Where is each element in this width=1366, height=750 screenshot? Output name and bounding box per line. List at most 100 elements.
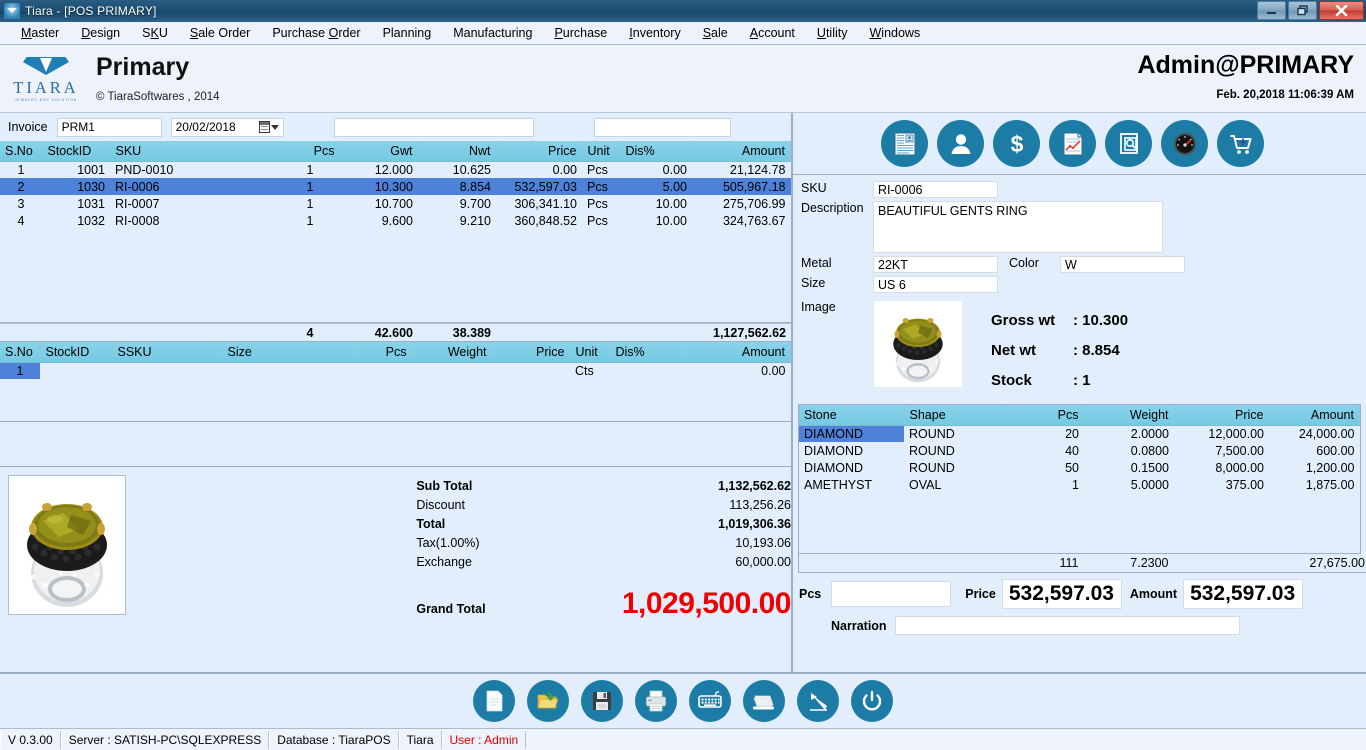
col-sno[interactable]: S.No [0, 141, 42, 161]
col-stockid[interactable]: StockID [42, 141, 110, 161]
cell-stockid [40, 362, 112, 379]
menu-inventory[interactable]: Inventory [618, 24, 691, 42]
col-price[interactable]: Price [492, 342, 570, 362]
price-value[interactable]: 532,597.03 [1002, 579, 1122, 609]
table-row[interactable]: 4 1032 RI-0008 1 9.600 9.210 360,848.52 … [0, 212, 791, 229]
chevron-down-icon[interactable] [271, 125, 279, 130]
col-shape[interactable]: Shape [904, 405, 1004, 425]
keyboard-icon[interactable] [689, 680, 731, 722]
table-row[interactable]: 2 1030 RI-0006 1 10.300 8.854 532,597.03… [0, 178, 791, 195]
col-sku[interactable]: SKU [110, 141, 280, 161]
col-amount[interactable]: Amount [682, 342, 791, 362]
col-dis[interactable]: Dis% [610, 342, 682, 362]
stones-totals-weight: 7.2300 [1084, 554, 1174, 573]
menu-planning[interactable]: Planning [372, 24, 443, 42]
minimize-button[interactable] [1257, 1, 1286, 20]
customer-input[interactable] [334, 118, 534, 137]
pcs-input[interactable] [831, 581, 951, 607]
col-weight[interactable]: Weight [1084, 405, 1174, 425]
col-size[interactable]: Size [222, 342, 352, 362]
amount-value[interactable]: 532,597.03 [1183, 579, 1303, 609]
cell-unit: Pcs [582, 161, 620, 178]
menu-manufacturing[interactable]: Manufacturing [442, 24, 543, 42]
menu-design[interactable]: Design [70, 24, 131, 42]
table-row[interactable]: 1 1001 PND-0010 1 12.000 10.625 0.00 Pcs… [0, 161, 791, 178]
menu-sale[interactable]: Sale [692, 24, 739, 42]
power-icon[interactable] [851, 680, 893, 722]
table-row[interactable]: 1 Cts 0.00 [0, 362, 791, 379]
menu-purchase[interactable]: Purchase [543, 24, 618, 42]
invoice-date-picker[interactable]: 20/02/2018 [171, 118, 284, 137]
logged-in-user: Admin@PRIMARY [1137, 51, 1354, 80]
description-value[interactable]: BEAUTIFUL GENTS RING [873, 201, 1163, 253]
print-icon[interactable] [635, 680, 677, 722]
menu-utility[interactable]: Utility [806, 24, 859, 42]
col-stockid[interactable]: StockID [40, 342, 112, 362]
save-floppy-icon[interactable] [581, 680, 623, 722]
new-document-icon[interactable] [473, 680, 515, 722]
report-icon[interactable] [1049, 120, 1096, 167]
invoice-summary: Sub Total 1,132,562.62 Discount 113,256.… [0, 467, 791, 617]
col-ssku[interactable]: SSKU [112, 342, 222, 362]
items-grid: S.No StockID SKU Pcs Gwt Nwt Price Unit … [0, 141, 791, 229]
menu-sale-order[interactable]: Sale Order [179, 24, 261, 42]
col-amount[interactable]: Amount [692, 141, 791, 161]
card-swipe-icon[interactable] [743, 680, 785, 722]
search-document-icon[interactable] [1105, 120, 1152, 167]
menu-windows[interactable]: Windows [858, 24, 931, 42]
cell-pcs: 50 [1004, 459, 1084, 476]
invoice-list-icon[interactable] [881, 120, 928, 167]
col-amount[interactable]: Amount [1269, 405, 1360, 425]
cart-icon[interactable] [1217, 120, 1264, 167]
status-database: Database : TiaraPOS [269, 731, 398, 749]
col-unit[interactable]: Unit [582, 141, 620, 161]
reference-input[interactable] [594, 118, 731, 137]
menu-purchase-order[interactable]: Purchase Order [261, 24, 371, 42]
items-grid-container[interactable]: S.No StockID SKU Pcs Gwt Nwt Price Unit … [0, 141, 791, 323]
color-value[interactable]: W [1060, 256, 1185, 273]
cell-sno: 1 [0, 362, 40, 379]
customer-icon[interactable] [937, 120, 984, 167]
col-price[interactable]: Price [1174, 405, 1269, 425]
table-row[interactable]: DIAMOND ROUND 20 2.0000 12,000.00 24,000… [799, 425, 1360, 442]
col-nwt[interactable]: Nwt [418, 141, 496, 161]
menu-sku[interactable]: SKU [131, 24, 179, 42]
selected-item-thumbnail[interactable] [8, 475, 126, 615]
col-price[interactable]: Price [496, 141, 582, 161]
invoice-number-input[interactable] [57, 118, 162, 137]
col-unit[interactable]: Unit [570, 342, 610, 362]
table-row[interactable]: DIAMOND ROUND 50 0.1500 8,000.00 1,200.0… [799, 459, 1360, 476]
menu-master[interactable]: Master [10, 24, 70, 42]
sku-value[interactable]: RI-0006 [873, 181, 998, 198]
col-pcs[interactable]: Pcs [280, 141, 340, 161]
col-dis[interactable]: Dis% [620, 141, 692, 161]
dollar-icon[interactable]: $ [993, 120, 1040, 167]
gauge-icon[interactable] [1161, 120, 1208, 167]
weight-block: Gross wt : 10.300 Net wt : 8.854 Stock :… [991, 300, 1128, 396]
narration-input[interactable] [895, 616, 1240, 635]
col-gwt[interactable]: Gwt [340, 141, 418, 161]
close-button[interactable] [1319, 1, 1364, 20]
substone-grid-container[interactable]: S.No StockID SSKU Size Pcs Weight Price … [0, 342, 791, 422]
col-pcs[interactable]: Pcs [352, 342, 412, 362]
stones-totals-pcs: 111 [1004, 554, 1084, 573]
table-row[interactable]: AMETHYST OVAL 1 5.0000 375.00 1,875.00 [799, 476, 1360, 493]
color-label: Color [998, 256, 1060, 270]
size-value[interactable]: US 6 [873, 276, 998, 293]
stones-grid-container[interactable]: Stone Shape Pcs Weight Price Amount DIAM… [798, 404, 1361, 554]
table-row[interactable]: 3 1031 RI-0007 1 10.700 9.700 306,341.10… [0, 195, 791, 212]
image-label: Image [801, 300, 873, 396]
col-pcs[interactable]: Pcs [1004, 405, 1084, 425]
col-stone[interactable]: Stone [799, 405, 904, 425]
col-weight[interactable]: Weight [412, 342, 492, 362]
maximize-restore-button[interactable] [1288, 1, 1317, 20]
col-sno[interactable]: S.No [0, 342, 40, 362]
metal-value[interactable]: 22KT [873, 256, 998, 273]
totals-pad [582, 324, 620, 342]
chart-arrow-icon[interactable] [797, 680, 839, 722]
product-image[interactable] [873, 300, 963, 388]
cell-amount: 275,706.99 [692, 195, 791, 212]
table-row[interactable]: DIAMOND ROUND 40 0.0800 7,500.00 600.00 [799, 442, 1360, 459]
open-folder-icon[interactable] [527, 680, 569, 722]
menu-account[interactable]: Account [739, 24, 806, 42]
